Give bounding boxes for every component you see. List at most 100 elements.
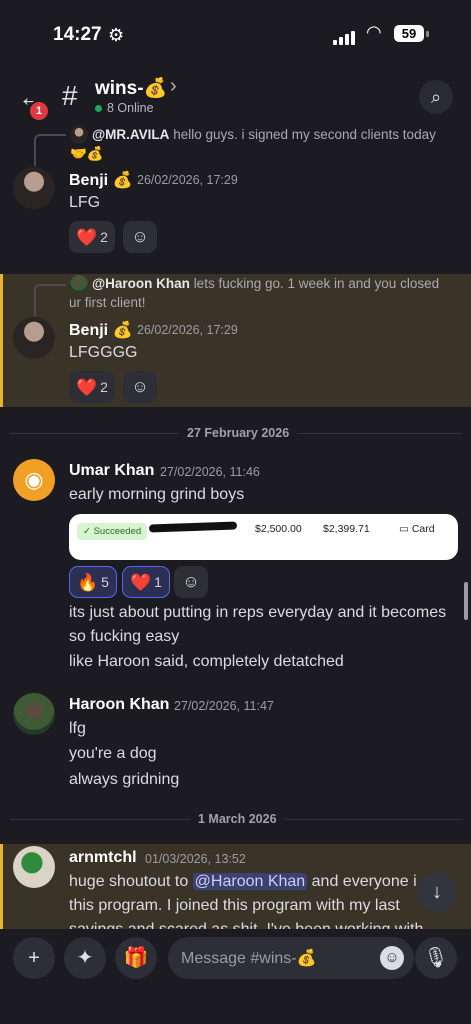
avatar[interactable] [13, 846, 55, 888]
gift-button[interactable]: 🎁 [115, 937, 157, 979]
smiley-icon: ☺ [131, 227, 149, 246]
reply-preview[interactable]: @Haroon Khan lets fucking go. 1 week in … [92, 276, 439, 291]
payment-method: ▭ Card [399, 523, 435, 535]
reply-avatar [70, 275, 88, 293]
author-name[interactable]: Umar Khan [69, 462, 154, 480]
heart-emoji: ❤️ [76, 378, 98, 398]
highlight-bar [0, 274, 3, 407]
voice-message-button[interactable]: 🎙 [415, 937, 457, 979]
message-text: huge shoutout to @Haroon Khan and everyo… [69, 873, 417, 891]
message-text-part: huge shoutout to [69, 873, 189, 890]
arrow-down-icon: ↓ [432, 881, 442, 903]
avatar[interactable] [13, 317, 55, 359]
fire-emoji: 🔥 [77, 573, 99, 593]
reply-spine [34, 284, 66, 316]
payment-method-label: Card [411, 523, 435, 535]
redaction-scribble [148, 521, 238, 533]
timestamp: 27/02/2026, 11:46 [160, 465, 260, 479]
reply-spine [34, 134, 66, 166]
reply-text: hello guys. i signed my second clients t… [173, 127, 436, 142]
reply-preview-cont: 🤝💰 [70, 146, 104, 161]
payment-amount: $2,500.00 [255, 523, 302, 535]
heart-emoji: ❤️ [130, 573, 152, 593]
online-dot-icon [95, 105, 102, 112]
message-text: savings and scared as shit. I've been wo… [69, 921, 423, 929]
author-name[interactable]: Haroon Khan [69, 696, 169, 714]
message-text: LFGGGG [69, 344, 138, 361]
emoji-picker-icon[interactable]: ☺ [380, 946, 404, 970]
message-text: lfg [69, 720, 86, 737]
microphone-icon: 🎙 [423, 947, 449, 969]
message-text-part: and everyone i [311, 873, 417, 890]
channel-name[interactable]: wins-💰 [95, 76, 167, 100]
timestamp: 26/02/2026, 17:29 [137, 173, 238, 187]
gift-icon: 🎁 [123, 947, 149, 969]
chevron-right-icon[interactable]: › [170, 75, 177, 98]
avatar[interactable] [13, 693, 55, 735]
wifi-icon: ◠ [366, 22, 382, 42]
reaction-heart[interactable]: ❤️ 2 [69, 371, 115, 403]
author-name[interactable]: Benji 💰 [69, 170, 132, 190]
scrollbar[interactable] [464, 582, 468, 620]
date-divider: 1 March 2026 [190, 812, 285, 826]
add-reaction-button[interactable]: ☺ [123, 371, 157, 403]
avatar[interactable]: ◉ [13, 459, 55, 501]
smiley-icon: ☺ [182, 572, 200, 591]
author-name[interactable]: Benji 💰 [69, 320, 132, 340]
add-reaction-button[interactable]: ☺ [174, 566, 208, 598]
unread-badge: 1 [28, 100, 50, 122]
gear-icon: ⚙ [108, 25, 125, 45]
succeeded-badge: ✓ Succeeded [77, 523, 148, 540]
online-text: 8 Online [107, 101, 154, 115]
reply-text: lets fucking go. 1 week in and you close… [193, 276, 440, 291]
search-button[interactable]: ⌕ [419, 80, 453, 114]
card-icon: ▭ [399, 523, 409, 535]
online-count: 8 Online [95, 101, 154, 115]
message-placeholder: Message #wins-💰 [181, 950, 317, 967]
search-icon: ⌕ [430, 87, 442, 107]
message-text: this program. I joined this program with… [69, 897, 400, 914]
payment-screenshot[interactable]: ✓ Succeeded $2,500.00 $2,399.71 ▭ Card [69, 514, 458, 560]
message-text: like Haroon said, completely detatched [69, 653, 344, 670]
discord-icon: ◉ [24, 467, 44, 492]
payment-net: $2,399.71 [323, 523, 370, 535]
message-text: so fucking easy [69, 628, 180, 645]
timestamp: 01/03/2026, 13:52 [145, 852, 246, 866]
hashtag-icon: # [62, 80, 78, 111]
reaction-heart[interactable]: ❤️ 2 [69, 221, 115, 253]
reaction-count: 1 [154, 574, 162, 590]
signal-icon [333, 27, 357, 45]
highlight-bar [0, 844, 3, 929]
user-mention[interactable]: @Haroon Khan [192, 873, 308, 890]
message-text: LFG [69, 194, 101, 211]
message-input[interactable]: Message #wins-💰 ☺ [168, 937, 414, 979]
smiley-icon: ☺ [131, 377, 149, 396]
reply-preview-cont: ur first client! [69, 295, 146, 310]
avatar[interactable] [13, 167, 55, 209]
reaction-fire[interactable]: 🔥 5 [69, 566, 117, 598]
message-text: its just about putting in reps everyday … [69, 604, 447, 621]
message-composer: + ✦ 🎁 Message #wins-💰 ☺ 🎙 [0, 929, 471, 1024]
reply-avatar [70, 126, 88, 144]
apps-icon: ✦ [76, 947, 94, 969]
jump-to-present-button[interactable]: ↓ [417, 872, 457, 912]
battery-cap [426, 31, 429, 37]
add-attachment-button[interactable]: + [13, 937, 55, 979]
author-name[interactable]: arnmtchl [69, 849, 137, 867]
reply-author: @MR.AVILA [92, 127, 170, 142]
message-text: early morning grind boys [69, 486, 245, 503]
battery-level: 59 [394, 25, 424, 42]
channel-header: ← 1 # wins-💰 › 8 Online ⌕ [0, 68, 471, 124]
date-divider: 27 February 2026 [179, 426, 298, 440]
message-text: you're a dog [69, 745, 157, 762]
reply-preview[interactable]: @MR.AVILA hello guys. i signed my second… [92, 127, 436, 142]
status-bar: 14:27 ⚙ ◠ 59 [0, 0, 471, 68]
message-feed[interactable]: @MR.AVILA hello guys. i signed my second… [0, 124, 471, 929]
plus-icon: + [28, 947, 40, 969]
reaction-count: 5 [101, 574, 109, 590]
add-reaction-button[interactable]: ☺ [123, 221, 157, 253]
reaction-heart[interactable]: ❤️ 1 [122, 566, 170, 598]
status-time: 14:27 [53, 24, 102, 45]
apps-button[interactable]: ✦ [64, 937, 106, 979]
message-text: always gridning [69, 771, 180, 788]
